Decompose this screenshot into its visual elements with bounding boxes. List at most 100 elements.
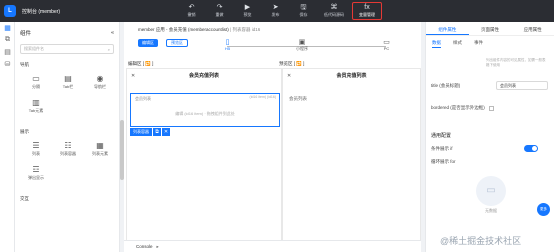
component-tab-element[interactable]: ▥ Tab元素 <box>20 97 52 121</box>
device-label: H5 <box>224 46 231 51</box>
selected-tag: 会员列表 <box>135 96 151 101</box>
selected-component-name: 列表容器 <box>130 128 152 136</box>
edit-canvas-title: 会员充值列表 <box>188 73 219 79</box>
empty-box-icon: ▭ <box>476 175 506 206</box>
undo-label: 撤销 <box>187 12 196 17</box>
subtab-style[interactable]: 样式 <box>453 36 462 48</box>
breadcrumb: member 应用 - 会员充值 (memberaccountlist) | 列… <box>138 27 260 33</box>
tab-page-props[interactable]: 页面属性 <box>469 22 512 35</box>
list-element-icon: ▦ <box>96 141 104 150</box>
component-label: Tab元素 <box>28 108 44 113</box>
console-label: Console <box>136 244 153 249</box>
component-navbar[interactable]: ◉ 导航栏 <box>84 73 116 97</box>
search-placeholder: 搜索组件名 <box>24 46 44 51</box>
property-tip: 列出组件内容的可见属性，如需一般表格下使用 <box>486 58 546 67</box>
drop-hint: 编辑 (id16 item) · 拖拽组件到此处 <box>175 111 235 116</box>
miniprogram-icon: ▣ <box>296 37 308 46</box>
device-miniprogram[interactable]: ▣ 小程序 <box>296 37 308 52</box>
divider-icon: ▭ <box>32 74 40 83</box>
property-subtabs: 数据 样式 事件 <box>426 36 554 48</box>
edit-canvas[interactable]: ✕ 会员充值列表 会员列表 (id16 item) (id16) 编辑 (id1… <box>126 68 282 250</box>
send-icon: ➤ <box>272 4 279 11</box>
delete-icon[interactable]: ✕ <box>162 128 170 136</box>
section-title-navigation: 导航 <box>20 62 29 67</box>
bordered-checkbox[interactable] <box>488 105 494 111</box>
chevron-right-icon: ▸ <box>156 243 159 249</box>
component-list-container[interactable]: ☷ 列表容器 <box>52 140 84 164</box>
toolbar: ↶ 撤销 ↷ 重做 ▶ 预览 ➤ 发布 🖫 保存 ⌘ 低代码源码 fx 变量管理 <box>179 2 385 20</box>
navigation-components: ▭ 分隔 ▤ Tab栏 ◉ 导航栏 ▥ Tab元素 <box>20 73 116 121</box>
component-popup[interactable]: ☲ 弹出显示 <box>20 164 52 188</box>
component-label: 分隔 <box>32 84 40 89</box>
component-label: 列表 <box>32 151 40 156</box>
publish-button[interactable]: ➤ 发布 <box>263 2 288 20</box>
selection-toolbar: 列表容器 ⧉ ✕ <box>130 128 170 136</box>
section-title-display: 展示 <box>20 129 29 134</box>
popup-icon: ☲ <box>32 165 40 174</box>
tab-component-props[interactable]: 组件属性 <box>426 22 469 35</box>
search-icon: ⌕ <box>107 46 110 52</box>
preview-canvas: ✕ 会员充值列表 会员列表 <box>282 68 421 250</box>
components-rail-icon[interactable]: ▦ <box>0 22 15 34</box>
general-config-heading: 通用配置 <box>431 133 452 139</box>
list-container-icon: ☷ <box>64 141 72 150</box>
if-toggle[interactable] <box>524 145 538 152</box>
list-icon: ☰ <box>32 141 40 150</box>
tab-element-icon: ▥ <box>32 98 40 107</box>
preview-area-button[interactable]: 预览区 <box>166 39 188 47</box>
component-label: Tab栏 <box>62 84 74 89</box>
undo-icon: ↶ <box>188 4 195 11</box>
tab-app-props[interactable]: 应用属性 <box>511 22 554 35</box>
device-h5[interactable]: ▯ H5 <box>222 37 233 51</box>
title-input[interactable]: 会员列表 <box>496 81 548 90</box>
selected-list-container[interactable]: 会员列表 (id16 item) (id16) 编辑 (id16 item) ·… <box>130 93 280 127</box>
display-components: ☰ 列表 ☷ 列表容器 ▦ 列表元素 ☲ 弹出显示 <box>20 140 116 188</box>
preview-label: 预览 <box>243 12 252 17</box>
top-bar: L 控制台 (member) ↶ 撤销 ↷ 重做 ▶ 预览 ➤ 发布 🖫 保存 ⌘ 低代码源… <box>0 0 554 22</box>
layers-rail-icon[interactable]: ⧉ <box>0 34 15 46</box>
breadcrumb-sub: | 列表容器 id16 <box>230 27 261 32</box>
edit-area-label: 编辑区 [ 🔁 ] <box>128 61 154 66</box>
selected-hint: (id16 item) (id16) <box>249 95 276 99</box>
for-field-label: 循环展示 for <box>431 159 456 164</box>
device-pc[interactable]: ▭ PC <box>381 37 392 51</box>
edit-area-button[interactable]: 编辑区 <box>138 39 158 47</box>
subtab-data[interactable]: 数据 <box>432 36 441 48</box>
app-title[interactable]: 控制台 (member) <box>22 8 60 15</box>
redo-label: 重做 <box>215 12 224 17</box>
section-title-interaction: 交互 <box>20 196 29 201</box>
breadcrumb-main: member 应用 - 会员充值 (memberaccountlist) <box>138 27 229 32</box>
undo-button[interactable]: ↶ 撤销 <box>179 2 204 20</box>
redo-button[interactable]: ↷ 重做 <box>207 2 232 20</box>
component-list-element[interactable]: ▦ 列表元素 <box>84 140 116 164</box>
preview-button[interactable]: ▶ 预览 <box>235 2 260 20</box>
collapse-icon[interactable]: « <box>111 30 114 36</box>
preview-canvas-title: 会员充值列表 <box>336 73 367 79</box>
component-search-input[interactable]: 搜索组件名 ⌕ <box>20 44 114 54</box>
preview-area-label: 预览区 [ 🔁 ] <box>279 61 305 66</box>
save-button[interactable]: 🖫 保存 <box>291 2 316 20</box>
component-tabbar[interactable]: ▤ Tab栏 <box>52 73 84 97</box>
monitor-icon: ▭ <box>381 37 392 46</box>
app-logo: L <box>4 5 16 17</box>
empty-state: ▭ 无数据 <box>466 172 516 217</box>
data-rail-icon[interactable]: ⛁ <box>0 58 15 70</box>
redo-icon: ↷ <box>216 4 223 11</box>
source-code-button[interactable]: ⌘ 低代码源码 <box>319 2 349 20</box>
pages-rail-icon[interactable]: ▤ <box>0 46 15 58</box>
component-list[interactable]: ☰ 列表 <box>20 140 52 164</box>
more-button[interactable]: 更多 <box>537 203 550 216</box>
component-label: 列表元素 <box>92 151 108 156</box>
property-tabs: 组件属性 页面属性 应用属性 <box>426 22 554 36</box>
variable-manager-label: 变量管理 <box>359 12 375 17</box>
component-panel-title: 组件 <box>20 31 32 37</box>
subtab-events[interactable]: 事件 <box>474 36 483 48</box>
variable-manager-button[interactable]: fx 变量管理 <box>352 2 382 20</box>
console-bar[interactable]: Console ▸ <box>124 240 421 252</box>
component-divider[interactable]: ▭ 分隔 <box>20 73 52 97</box>
bordered-field[interactable]: bordered (是否显示外边框) <box>431 105 496 111</box>
publish-label: 发布 <box>271 12 280 17</box>
watermark: @稀土掘金技术社区 <box>440 236 522 246</box>
copy-icon[interactable]: ⧉ <box>153 128 161 136</box>
device-label: PC <box>383 46 390 51</box>
